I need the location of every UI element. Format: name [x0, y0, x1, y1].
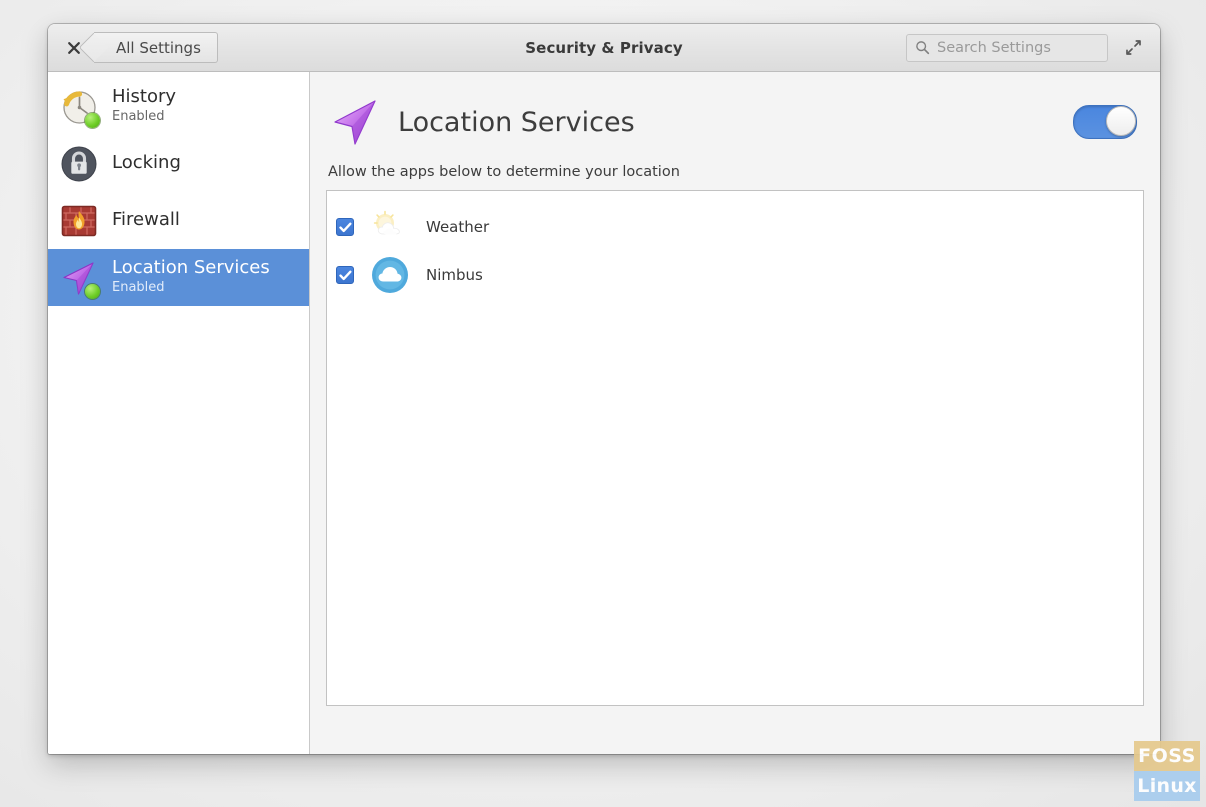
cloud-circle-icon [370, 255, 410, 295]
search-container [906, 33, 1108, 62]
watermark-line-1: FOSS [1134, 741, 1200, 771]
nimbus-checkbox[interactable] [336, 266, 354, 284]
foss-linux-watermark: FOSS Linux [1134, 741, 1200, 801]
window-title-text: Security & Privacy [525, 38, 683, 57]
content-header: Location Services [326, 72, 1144, 150]
app-name: Nimbus [426, 266, 483, 284]
sidebar-item-locking[interactable]: Locking [48, 135, 309, 192]
sidebar-item-label: History [112, 86, 177, 108]
history-clock-icon [56, 84, 102, 130]
sidebar-item-firewall-text: Firewall [112, 209, 180, 231]
status-dot-enabled [85, 112, 100, 128]
page-title: Location Services [398, 106, 635, 138]
sidebar-item-location-services[interactable]: Location Services Enabled [48, 249, 309, 306]
list-item[interactable]: Nimbus [327, 251, 1143, 299]
all-settings-back-button[interactable]: All Settings [94, 32, 218, 63]
sidebar-item-history-text: History Enabled [112, 87, 176, 125]
status-dot-enabled [85, 283, 100, 299]
location-arrow-icon [56, 255, 102, 301]
sidebar-item-status: Enabled [112, 109, 165, 125]
content-pane: Location Services Allow the apps below t… [310, 72, 1160, 754]
sidebar-item-firewall[interactable]: Firewall [48, 192, 309, 249]
titlebar: All Settings Security & Privacy [48, 24, 1160, 72]
app-name: Weather [426, 218, 490, 236]
sidebar-item-label: Firewall [112, 209, 180, 231]
settings-window: All Settings Security & Privacy Search S… [48, 24, 1160, 754]
search-icon [916, 41, 930, 55]
allow-apps-description: Allow the apps below to determine your l… [328, 164, 680, 180]
location-arrow-icon [328, 94, 384, 150]
sun-behind-cloud-icon [370, 207, 410, 247]
maximize-icon[interactable] [1118, 33, 1148, 63]
search-box[interactable] [906, 33, 1108, 62]
sidebar-item-locking-text: Locking [112, 152, 181, 174]
sidebar-item-location-services-text: Location Services Enabled [112, 258, 270, 296]
padlock-icon [56, 141, 102, 187]
search-input[interactable] [937, 39, 1099, 56]
app-permission-list: Weather Nimbus [326, 190, 1144, 706]
watermark-line-2: Linux [1134, 771, 1200, 801]
sidebar: History Enabled Locking Firewall Locatio… [48, 72, 310, 754]
all-settings-back-label: All Settings [116, 38, 201, 57]
sidebar-item-label: Location Services [112, 257, 270, 279]
sidebar-item-history[interactable]: History Enabled [48, 78, 309, 135]
sidebar-item-label: Locking [112, 152, 181, 174]
window-body: History Enabled Locking Firewall Locatio… [48, 72, 1160, 754]
firewall-brick-flame-icon [56, 198, 102, 244]
sidebar-item-status: Enabled [112, 280, 165, 296]
weather-checkbox[interactable] [336, 218, 354, 236]
toggle-knob [1106, 106, 1136, 136]
list-item[interactable]: Weather [327, 203, 1143, 251]
location-services-toggle[interactable] [1073, 105, 1137, 139]
